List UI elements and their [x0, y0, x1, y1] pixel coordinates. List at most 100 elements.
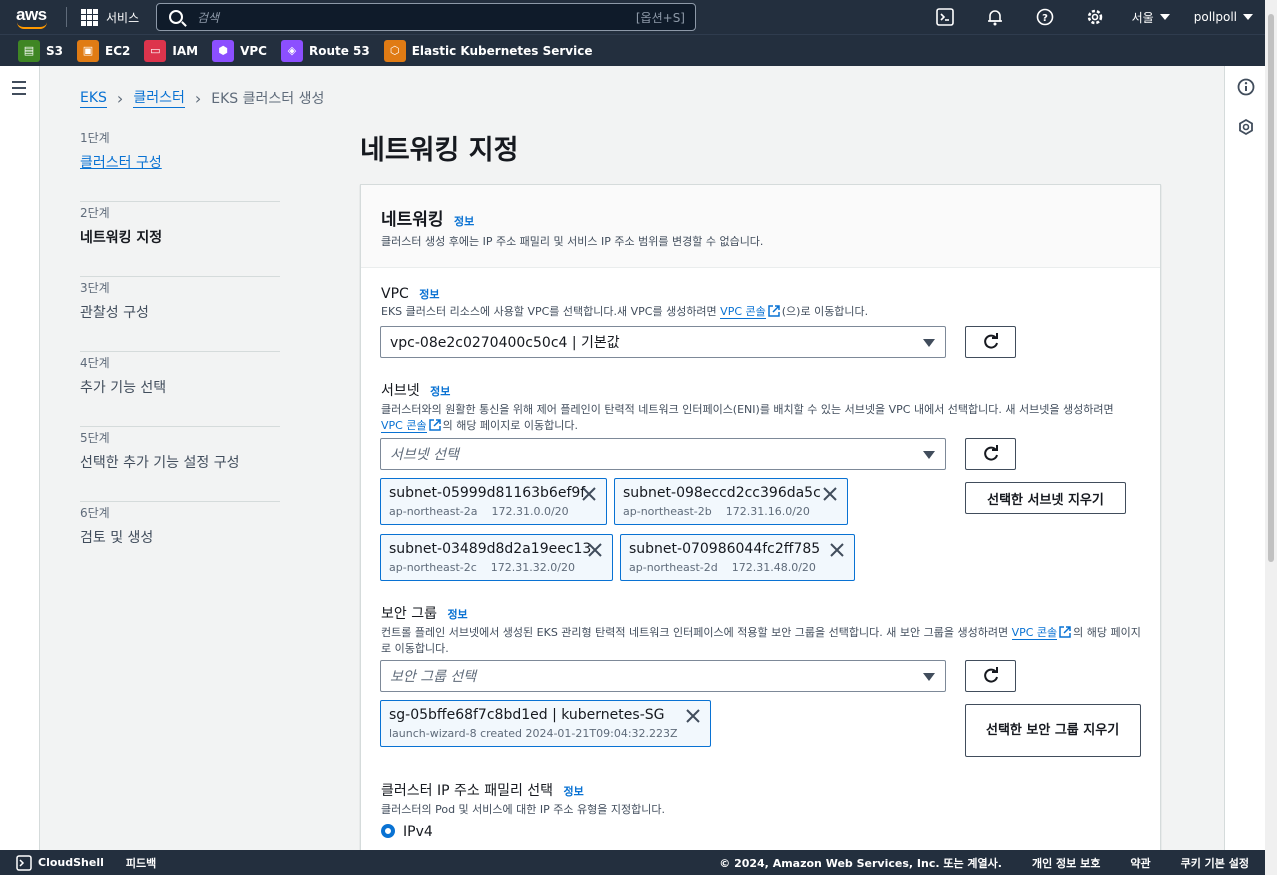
- step-1: 1단계 클러스터 구성: [80, 127, 280, 202]
- vpc-section: VPC 정보 EKS 클러스터 리소스에 사용할 VPC를 선택합니다.새 VP…: [381, 286, 1141, 320]
- s3-icon: ▤: [18, 39, 40, 62]
- info-link[interactable]: 정보: [447, 608, 467, 621]
- refresh-icon: [983, 333, 998, 349]
- region-selector[interactable]: 서울: [1132, 9, 1170, 26]
- close-icon[interactable]: [823, 487, 837, 501]
- close-icon[interactable]: [686, 709, 700, 723]
- info-link[interactable]: 정보: [419, 288, 439, 301]
- step-2: 2단계 네트워킹 지정: [80, 202, 280, 277]
- favorite-label: IAM: [172, 43, 199, 58]
- external-link-icon: [1059, 626, 1071, 638]
- ipv4-radio-option[interactable]: IPv4: [381, 824, 1141, 840]
- favorite-iam[interactable]: ▭ IAM: [144, 39, 199, 62]
- security-group-select[interactable]: 보안 그룹 선택: [380, 660, 946, 692]
- close-icon[interactable]: [588, 543, 602, 557]
- info-link[interactable]: 정보: [454, 215, 474, 228]
- description-text: 컨트롤 플레인 서브넷에서 생성된 EKS 관리형 탄력적 네트워크 인터페이스…: [381, 626, 1012, 639]
- close-icon[interactable]: [830, 543, 844, 557]
- favorite-route53[interactable]: ◈ Route 53: [280, 39, 370, 62]
- hamburger-menu-icon[interactable]: [12, 81, 26, 99]
- description-text: EKS 클러스터 리소스에 사용할 VPC를 선택합니다.새 VPC를 생성하려…: [381, 305, 721, 318]
- step-title-link[interactable]: 클러스터 구성: [80, 152, 280, 172]
- subnet-token: subnet-070986044fc2ff785 ap-northeast-2d…: [620, 534, 855, 581]
- vpc-console-link[interactable]: VPC 콘솔: [381, 419, 427, 433]
- security-group-placeholder: 보안 그룹 선택: [390, 669, 477, 685]
- external-link-icon: [768, 305, 780, 317]
- vpc-console-link[interactable]: VPC 콘솔: [720, 305, 766, 319]
- step-number: 3단계: [80, 281, 110, 295]
- subnet-details: ap-northeast-2d 172.31.48.0/20: [629, 561, 816, 574]
- favorite-ec2[interactable]: ▣ EC2: [77, 39, 130, 62]
- step-title: 검토 및 생성: [80, 530, 154, 546]
- security-group-description: 컨트롤 플레인 서브넷에서 생성된 EKS 관리형 탄력적 네트워크 인터페이스…: [381, 625, 1141, 657]
- clear-subnets-button[interactable]: 선택한 서브넷 지우기: [965, 482, 1126, 514]
- info-icon[interactable]: [1237, 78, 1255, 96]
- cookie-preferences-link[interactable]: 쿠키 기본 설정: [1181, 855, 1249, 871]
- caret-down-icon: [1243, 14, 1253, 20]
- breadcrumb-eks[interactable]: EKS: [80, 89, 107, 108]
- panel-description: 클러스터 생성 후에는 IP 주소 패밀리 및 서비스 IP 주소 범위를 변경…: [381, 235, 764, 248]
- vpc-select[interactable]: vpc-08e2c0270400c50c4 | 기본값: [380, 326, 946, 358]
- security-group-details: launch-wizard-8 created 2024-01-21T09:04…: [389, 727, 678, 740]
- subnet-id: subnet-070986044fc2ff785: [629, 541, 821, 557]
- clear-security-groups-button[interactable]: 선택한 보안 그룹 지우기: [965, 704, 1141, 757]
- privacy-link[interactable]: 개인 정보 보호: [1032, 855, 1100, 871]
- hexagon-icon[interactable]: [1237, 118, 1255, 136]
- favorite-label: Elastic Kubernetes Service: [411, 43, 593, 58]
- favorite-eks[interactable]: ⬡ Elastic Kubernetes Service: [383, 39, 593, 62]
- subnet-placeholder: 서브넷 선택: [390, 447, 459, 463]
- caret-down-icon: [923, 451, 935, 459]
- step-number: 6단계: [80, 506, 110, 520]
- help-icon: ?: [1036, 8, 1053, 26]
- subnet-details: ap-northeast-2a 172.31.0.0/20: [389, 505, 569, 518]
- panel-title: 네트워킹: [381, 210, 444, 230]
- security-group-label: 보안 그룹: [381, 606, 437, 622]
- step-title: 추가 기능 선택: [80, 380, 167, 396]
- breadcrumb-clusters[interactable]: 클러스터: [133, 89, 185, 108]
- radio-selected-icon[interactable]: [381, 824, 395, 838]
- cloudshell-footer-button[interactable]: CloudShell: [16, 854, 104, 871]
- security-group-section: 보안 그룹 정보 컨트롤 플레인 서브넷에서 생성된 EKS 관리형 탄력적 네…: [381, 603, 1141, 657]
- aws-logo[interactable]: aws: [16, 5, 52, 29]
- favorite-vpc[interactable]: ⬢ VPC: [212, 39, 267, 62]
- info-link[interactable]: 정보: [430, 385, 450, 398]
- cloudshell-button[interactable]: [920, 0, 970, 34]
- networking-panel: 네트워킹 정보 클러스터 생성 후에는 IP 주소 패밀리 및 서비스 IP 주…: [360, 184, 1161, 864]
- bell-icon: [987, 10, 1002, 26]
- favorite-s3[interactable]: ▤ S3: [18, 39, 63, 62]
- subnet-token: subnet-05999d81163b6ef9f ap-northeast-2a…: [380, 478, 607, 525]
- search-input[interactable]: 검색 [옵션+S]: [156, 3, 696, 31]
- subnet-details: ap-northeast-2b 172.31.16.0/20: [623, 505, 810, 518]
- ip-family-section: 클러스터 IP 주소 패밀리 선택 정보 클러스터의 Pod 및 서비스에 대한…: [381, 780, 1141, 840]
- settings-button[interactable]: [1070, 0, 1120, 34]
- iam-icon: ▭: [144, 39, 167, 62]
- terms-link[interactable]: 약관: [1130, 855, 1150, 871]
- scrollbar-thumb[interactable]: [1268, 14, 1274, 562]
- step-number: 2단계: [80, 206, 110, 220]
- info-link[interactable]: 정보: [564, 785, 584, 798]
- footer-links: © 2024, Amazon Web Services, Inc. 또는 계열사…: [719, 855, 1249, 871]
- vpc-description: EKS 클러스터 리소스에 사용할 VPC를 선택합니다.새 VPC를 생성하려…: [381, 304, 1141, 320]
- subnet-token: subnet-098eccd2cc396da5c ap-northeast-2b…: [614, 478, 848, 525]
- notifications-button[interactable]: [970, 0, 1020, 34]
- vpc-refresh-button[interactable]: [965, 326, 1016, 358]
- feedback-link[interactable]: 피드백: [126, 855, 156, 871]
- vpc-console-link[interactable]: VPC 콘솔: [1011, 626, 1058, 640]
- caret-down-icon: [923, 673, 935, 681]
- scrollbar[interactable]: [1265, 0, 1277, 875]
- ip-family-label: 클러스터 IP 주소 패밀리 선택: [381, 783, 554, 799]
- security-group-refresh-button[interactable]: [965, 660, 1016, 692]
- side-navigation-toggle-panel: [0, 66, 40, 850]
- subnet-details: ap-northeast-2c 172.31.32.0/20: [389, 561, 575, 574]
- vpc-icon: ⬢: [212, 39, 235, 62]
- subnet-section: 서브넷 정보 클러스터와의 원활한 통신을 위해 제어 플레인이 탄력적 네트워…: [381, 380, 1141, 434]
- favorite-label: Route 53: [308, 43, 370, 58]
- services-menu-button[interactable]: 서비스: [81, 8, 139, 26]
- step-title: 관찰성 구성: [80, 305, 149, 321]
- subnet-select[interactable]: 서브넷 선택: [380, 438, 946, 470]
- close-icon[interactable]: [582, 487, 596, 501]
- subnet-refresh-button[interactable]: [965, 438, 1016, 470]
- help-button[interactable]: ?: [1020, 0, 1070, 34]
- account-menu[interactable]: pollpoll: [1194, 10, 1253, 24]
- favorite-label: S3: [46, 43, 63, 58]
